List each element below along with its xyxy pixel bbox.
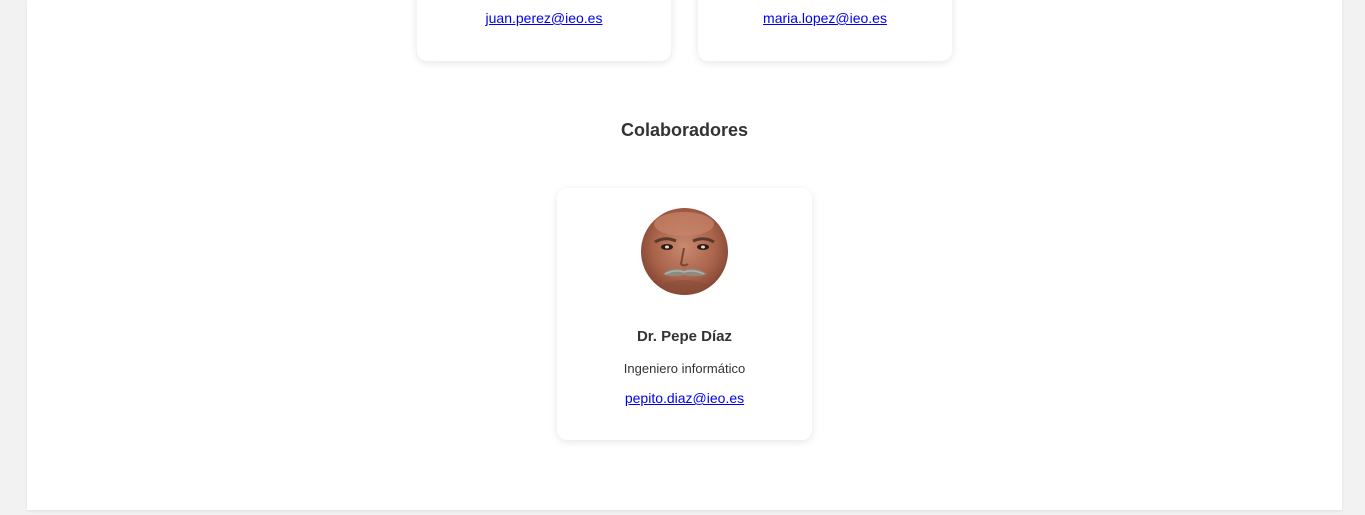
- collaborator-email: pepito.diaz@ieo.es: [557, 390, 812, 408]
- email-link[interactable]: maria.lopez@ieo.es: [763, 10, 887, 26]
- section-title: Colaboradores: [620, 120, 749, 140]
- avatar-photo: [641, 208, 728, 295]
- email-link[interactable]: pepito.diaz@ieo.es: [625, 390, 744, 406]
- team-member-email: maria.lopez@ieo.es: [698, 10, 952, 26]
- collaborator-card: Dr. Pepe Díaz Ingeniero informático pepi…: [557, 188, 812, 440]
- team-member-card: juan.perez@ieo.es: [417, 0, 671, 61]
- page-content: juan.perez@ieo.es maria.lopez@ieo.es Col…: [27, 0, 1342, 510]
- avatar: [641, 208, 728, 295]
- collaborator-role: Ingeniero informático: [623, 361, 746, 376]
- email-link[interactable]: juan.perez@ieo.es: [486, 10, 603, 26]
- collaborator-name: Dr. Pepe Díaz: [636, 328, 733, 345]
- team-member-email: juan.perez@ieo.es: [417, 10, 671, 26]
- team-member-card: maria.lopez@ieo.es: [698, 0, 952, 61]
